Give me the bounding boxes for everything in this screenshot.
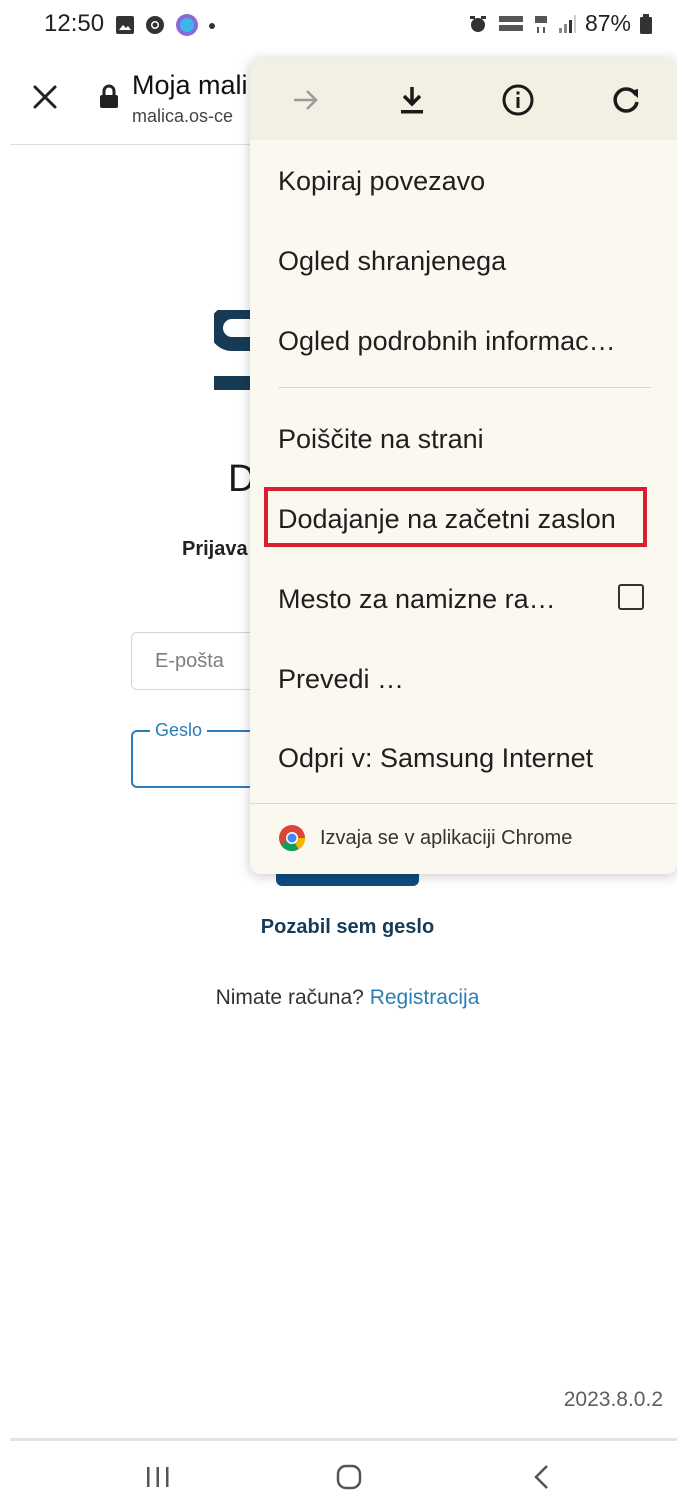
menu-item-find-in-page[interactable]: Poiščite na strani [278,424,484,455]
no-account-label: Nimate računa? [215,986,364,1009]
messenger-icon [176,14,198,36]
refresh-icon[interactable] [606,80,646,120]
email-placeholder: E-pošta [155,650,224,672]
battery-icon [640,13,652,34]
page-title: Moja mali [132,70,248,100]
chrome-footer-text: Izvaja se v aplikaciji Chrome [320,826,573,849]
browser-overflow-menu: Kopiraj povezavo Ogled shranjenega Ogled… [250,58,677,874]
system-status: 87% [467,10,653,37]
back-icon[interactable] [532,1464,550,1490]
chrome-logo-icon [279,825,306,852]
toolbar-divider [10,144,250,145]
highlight-box [264,487,647,547]
menu-action-bar [250,58,677,140]
menu-item-copy-link[interactable]: Kopiraj povezavo [278,166,485,197]
forward-icon[interactable] [286,80,326,120]
page-url[interactable]: malica.os-ce [132,106,233,127]
close-icon[interactable] [30,82,60,112]
volte-icon [498,15,523,31]
menu-item-translate[interactable]: Prevedi … [278,664,404,695]
menu-divider [278,387,651,388]
password-label: Geslo [150,720,208,741]
no-account-text: Nimate računa? Registracija [0,986,677,1010]
battery-percent: 87% [584,10,631,36]
alarm-icon [469,15,486,32]
recent-apps-icon[interactable] [144,1466,172,1488]
nav-bar-divider [10,1438,677,1441]
menu-item-open-in-samsung[interactable]: Odpri v: Samsung Internet [278,743,593,774]
login-subtitle: Prijava [182,538,248,560]
menu-item-page-info[interactable]: Ogled podrobnih informac… [278,326,616,357]
info-icon[interactable] [498,80,538,120]
menu-item-view-saved[interactable]: Ogled shranjenega [278,246,506,277]
notification-icons [114,12,216,38]
app-version: 2023.8.0.2 [563,1388,663,1411]
status-bar: 12:50 87% [0,0,677,52]
forgot-password-link[interactable]: Pozabil sem geslo [0,916,677,939]
network-4g-icon [534,15,547,33]
menu-item-desktop-site[interactable]: Mesto za namizne ra… [278,584,556,615]
more-notifications-icon [209,23,215,29]
menu-footer: Izvaja se v aplikaciji Chrome [278,824,572,852]
site-logo [214,310,254,390]
gallery-icon [116,16,134,34]
menu-footer-divider [250,803,677,804]
signal-icon [558,14,576,33]
status-time: 12:50 [44,10,105,37]
lock-icon [100,84,118,108]
download-icon[interactable] [392,80,432,120]
chrome-status-icon [146,16,164,34]
home-icon[interactable] [336,1464,362,1490]
register-link[interactable]: Registracija [370,986,480,1009]
desktop-site-checkbox[interactable] [618,584,644,610]
